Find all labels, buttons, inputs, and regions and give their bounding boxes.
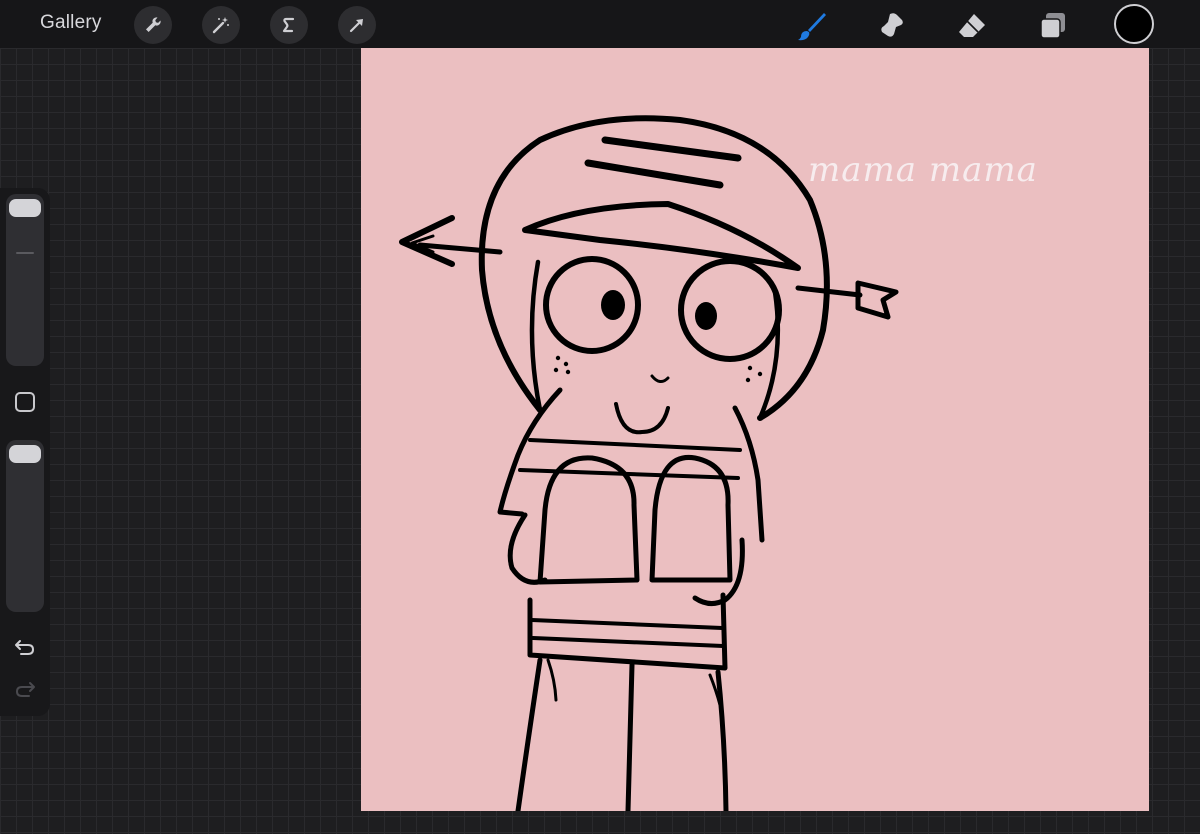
- top-toolbar: Gallery: [0, 0, 1200, 48]
- layers-icon: [1040, 13, 1065, 39]
- gallery-button[interactable]: Gallery: [40, 12, 102, 34]
- opacity-slider[interactable]: [6, 440, 44, 612]
- brush-size-slider[interactable]: [6, 194, 44, 366]
- eraser-icon: [959, 14, 985, 37]
- transform-button[interactable]: [338, 6, 376, 44]
- undo-icon: [15, 640, 35, 655]
- adjustments-button[interactable]: [202, 6, 240, 44]
- brush-size-thumb[interactable]: [9, 199, 41, 217]
- actions-button[interactable]: [134, 6, 172, 44]
- watermark-text: mama mama: [808, 150, 1038, 190]
- smudge-icon: [881, 13, 903, 37]
- redo-button[interactable]: [14, 678, 36, 700]
- modify-button[interactable]: [15, 392, 35, 412]
- drawing-canvas[interactable]: mama mama: [361, 48, 1149, 811]
- brush-tool-button[interactable]: [792, 6, 830, 44]
- color-picker-swatch[interactable]: [1114, 4, 1154, 44]
- redo-icon: [15, 682, 35, 697]
- smudge-tool-button[interactable]: [872, 6, 910, 44]
- undo-button[interactable]: [14, 636, 36, 658]
- layers-button[interactable]: [1033, 6, 1071, 44]
- opacity-thumb[interactable]: [9, 445, 41, 463]
- wrench-icon: [146, 17, 161, 32]
- selection-s-icon: [282, 17, 295, 33]
- selection-button[interactable]: [270, 6, 308, 44]
- left-sidebar: [0, 188, 50, 716]
- brush-icon: [798, 13, 826, 41]
- eraser-tool-button[interactable]: [952, 6, 990, 44]
- transform-arrow-icon: [349, 19, 363, 33]
- slider-tick: [16, 252, 34, 254]
- magic-wand-icon: [212, 17, 229, 34]
